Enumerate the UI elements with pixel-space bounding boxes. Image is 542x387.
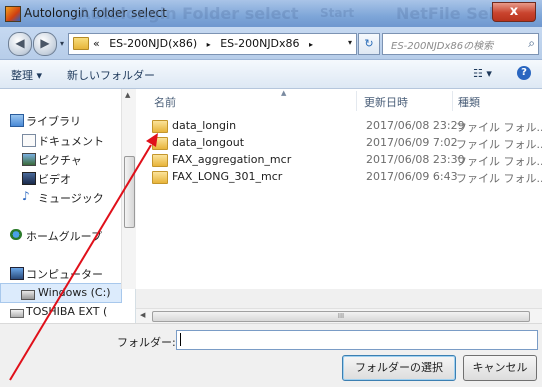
breadcrumb-separator-icon[interactable]: ▸: [207, 40, 211, 49]
documents-icon: [22, 134, 36, 147]
refresh-button[interactable]: ↻: [358, 33, 380, 55]
list-item[interactable]: FAX_LONG_301_mcr 2017/06/09 6:43 ファイル フォ…: [150, 169, 542, 185]
folder-icon: [152, 154, 168, 167]
sidebar-item-label: ホームグループ: [26, 230, 103, 243]
back-button[interactable]: ◀: [8, 32, 32, 56]
file-date: 2017/06/09 7:02: [366, 136, 458, 149]
scrollbar-thumb[interactable]: [124, 156, 135, 228]
app-icon: [5, 6, 21, 22]
organize-button[interactable]: 整理 ▾: [11, 67, 42, 83]
file-name: FAX_LONG_301_mcr: [172, 170, 283, 183]
back-arrow-icon: ◀: [15, 36, 25, 50]
pictures-icon: [22, 153, 36, 166]
file-date: 2017/06/08 23:29: [366, 119, 465, 132]
forward-arrow-icon: ▶: [40, 36, 50, 50]
forward-button[interactable]: ▶: [33, 32, 57, 56]
scrollbar-thumb[interactable]: III: [152, 311, 530, 322]
sort-ascending-icon: ▲: [281, 89, 287, 97]
breadcrumb-item[interactable]: ES-200NJD(x86): [109, 37, 197, 50]
sidebar-item-windows-drive[interactable]: Windows (C:): [0, 283, 122, 303]
folder-name-field[interactable]: [176, 330, 538, 350]
search-placeholder: ES-200NJDx86の検索: [391, 41, 494, 52]
column-divider[interactable]: [356, 91, 357, 111]
videos-icon: [22, 172, 36, 185]
folder-icon: [152, 137, 168, 150]
title-bar: Autolongin folder select Autolongin Fold…: [0, 0, 542, 27]
scroll-up-icon[interactable]: ▲: [125, 91, 130, 99]
view-options-button[interactable]: ☷ ▾: [473, 67, 492, 80]
list-item[interactable]: data_longin 2017/06/08 23:29 ファイル フォル...: [150, 118, 542, 134]
music-icon: ♪: [22, 189, 30, 203]
column-header-type[interactable]: 種類: [458, 94, 480, 110]
file-name: FAX_aggregation_mcr: [172, 153, 292, 166]
folder-icon: [152, 120, 168, 133]
library-icon: [10, 114, 24, 127]
sidebar-item-label: TOSHIBA EXT (: [26, 305, 108, 318]
computer-icon: [10, 267, 24, 280]
column-header-name[interactable]: 名前: [154, 94, 176, 110]
cancel-button[interactable]: キャンセル: [463, 355, 537, 381]
breadcrumb: « ES-200NJD(x86) ▸ ES-200NJDx86 ▸: [93, 37, 319, 50]
file-date: 2017/06/08 23:30: [366, 153, 465, 166]
scrollbar-grip: III: [337, 312, 345, 320]
homegroup-icon: [10, 229, 22, 240]
address-bar[interactable]: « ES-200NJD(x86) ▸ ES-200NJDx86 ▸ ▾: [68, 33, 357, 55]
background-window-title: Start: [320, 6, 355, 20]
file-list: ▲ 名前 更新日時 種類 data_longin 2017/06/08 23:2…: [136, 89, 542, 289]
navigation-bar: ◀ ▶ ▾ « ES-200NJD(x86) ▸ ES-200NJDx86 ▸ …: [0, 27, 542, 60]
text-caret: [180, 333, 181, 346]
command-bar: 整理 ▾ 新しいフォルダー ☷ ▾ ?: [0, 60, 542, 89]
folder-label: フォルダー:: [117, 336, 176, 349]
recent-pages-dropdown[interactable]: ▾: [60, 39, 64, 48]
chevron-down-icon[interactable]: ▾: [348, 38, 352, 47]
list-item[interactable]: data_longout 2017/06/09 7:02 ファイル フォル...: [150, 135, 542, 151]
sidebar-item-label: ビデオ: [38, 173, 71, 186]
help-icon[interactable]: ?: [517, 66, 531, 80]
breadcrumb-separator-icon[interactable]: ▸: [309, 40, 313, 49]
file-type: ファイル フォル...: [456, 155, 542, 168]
sidebar-item-label: ミュージック: [38, 192, 104, 205]
file-type: ファイル フォル...: [456, 172, 542, 185]
scroll-left-icon[interactable]: ◀: [140, 311, 145, 319]
sidebar-item-label: コンピューター: [26, 268, 103, 281]
column-divider[interactable]: [452, 91, 453, 111]
navigation-pane: ライブラリ ドキュメント ピクチャ ビデオ ♪ ミュージック ホームグループ コ…: [0, 89, 136, 329]
refresh-icon: ↻: [364, 37, 374, 50]
search-input[interactable]: ES-200NJDx86の検索 ⌕: [382, 33, 539, 55]
column-header-date[interactable]: 更新日時: [364, 94, 408, 110]
horizontal-scrollbar[interactable]: ◀ III: [136, 308, 542, 324]
sidebar-item-label: Windows (C:): [38, 286, 111, 299]
list-item[interactable]: FAX_aggregation_mcr 2017/06/08 23:30 ファイ…: [150, 152, 542, 168]
new-folder-button[interactable]: 新しいフォルダー: [67, 67, 155, 83]
breadcrumb-item[interactable]: ES-200NJDx86: [220, 37, 299, 50]
file-name: data_longin: [172, 119, 237, 132]
drive-icon: [21, 290, 35, 300]
folder-icon: [73, 37, 89, 50]
close-button[interactable]: x: [492, 2, 536, 22]
file-name: data_longout: [172, 136, 245, 149]
dialog-footer: フォルダー: フォルダーの選択 キャンセル: [0, 323, 542, 387]
file-date: 2017/06/09 6:43: [366, 170, 458, 183]
sidebar-item-label: ライブラリ: [26, 115, 81, 128]
sidebar-item-label: ドキュメント: [38, 135, 104, 148]
file-type: ファイル フォル...: [456, 121, 542, 134]
file-type: ファイル フォル...: [456, 138, 542, 151]
select-folder-button[interactable]: フォルダーの選択: [342, 355, 456, 381]
background-window-title: Autolongin Folder select: [78, 4, 299, 23]
sidebar-scrollbar[interactable]: ▲: [121, 89, 136, 289]
external-drive-icon: [10, 309, 24, 318]
folder-icon: [152, 171, 168, 184]
folder-select-dialog: Autolongin folder select Autolongin Fold…: [0, 0, 542, 387]
search-icon[interactable]: ⌕: [528, 36, 535, 51]
breadcrumb-overflow[interactable]: «: [93, 37, 100, 50]
sidebar-item-label: ピクチャ: [38, 154, 82, 167]
